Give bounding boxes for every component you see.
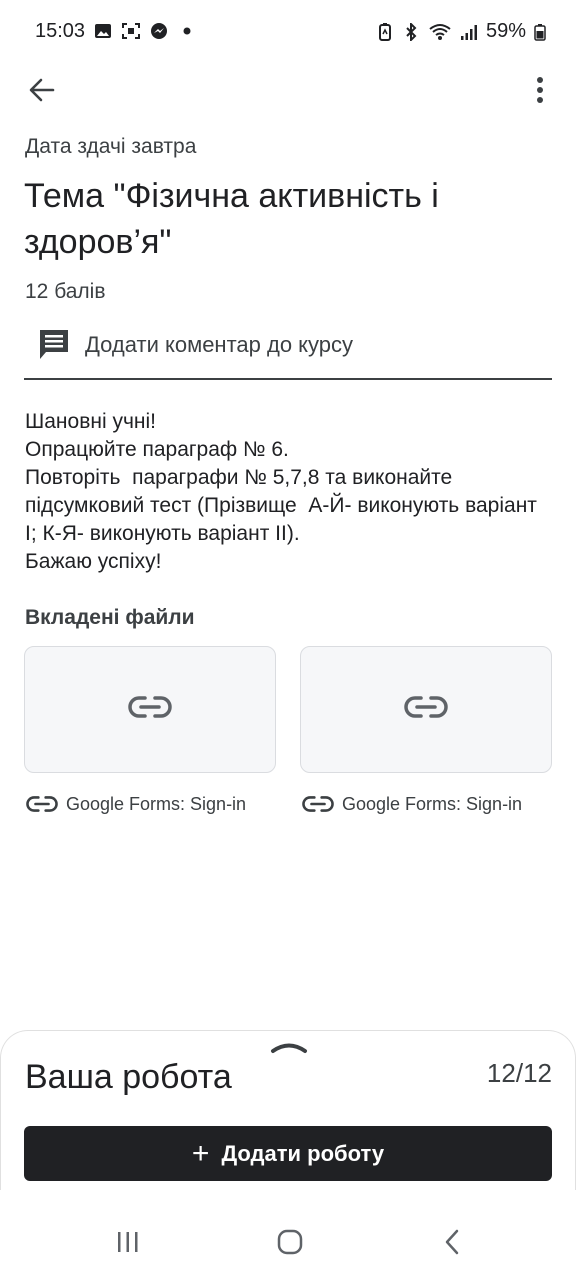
- messenger-icon: [150, 22, 168, 40]
- link-icon: [26, 794, 58, 814]
- attachment-link[interactable]: Google Forms: Sign-in: [302, 791, 522, 817]
- attachment-label: Google Forms: Sign-in: [342, 793, 523, 814]
- status-bar: 15:03 59%: [0, 0, 576, 64]
- more-vert-icon: [536, 76, 544, 109]
- add-work-button[interactable]: + Додати роботу: [24, 1126, 552, 1181]
- attachment-card[interactable]: [24, 646, 276, 773]
- status-time: 15:03: [35, 20, 86, 42]
- attachment-label: Google Forms: Sign-in: [66, 793, 247, 814]
- bluetooth-icon: [402, 22, 420, 41]
- instruction-line: Повторіть параграфи № 5,7,8 та виконайте…: [25, 466, 543, 545]
- attachment-card[interactable]: [300, 646, 552, 773]
- instruction-line: Опрацюйте параграф № 6.: [25, 438, 289, 461]
- home-button[interactable]: [270, 1228, 310, 1260]
- chevron-up-icon[interactable]: [270, 1040, 308, 1054]
- your-work-points: 12/12: [486, 1058, 552, 1088]
- battery-icon: [534, 23, 546, 41]
- home-icon: [277, 1229, 303, 1260]
- battery-saver-icon: [376, 22, 394, 41]
- assignment-title: Тема "Фізична активність і здоров’я": [24, 177, 439, 261]
- link-icon: [404, 695, 448, 724]
- recents-icon: [116, 1230, 140, 1259]
- attachments-heading: Вкладені файли: [25, 606, 195, 629]
- more-options-button[interactable]: [522, 72, 558, 112]
- add-work-label: Додати роботу: [221, 1140, 385, 1166]
- instructions: Шановні учні! Опрацюйте параграф № 6. По…: [25, 408, 545, 576]
- system-nav-bar: [0, 1210, 576, 1280]
- plus-icon: +: [191, 1136, 210, 1170]
- comment-icon: [38, 328, 70, 362]
- signal-icon: [460, 23, 478, 41]
- nav-back-button[interactable]: [432, 1228, 472, 1260]
- wifi-icon: [428, 23, 452, 41]
- back-button[interactable]: [22, 72, 62, 112]
- status-left-icons: [94, 22, 196, 40]
- back-icon: [444, 1229, 460, 1260]
- screenshot-icon: [122, 22, 140, 40]
- link-icon: [302, 794, 334, 814]
- add-class-comment-button[interactable]: Додати коментар до курсу: [38, 325, 353, 365]
- image-icon: [94, 22, 112, 40]
- your-work-title: Ваша робота: [25, 1058, 232, 1096]
- arrow-back-icon: [28, 76, 56, 109]
- comment-label: Додати коментар до курсу: [85, 332, 354, 357]
- due-date: Дата здачі завтра: [25, 135, 197, 158]
- recents-button[interactable]: [108, 1228, 148, 1260]
- app-bar: [0, 64, 576, 116]
- link-icon: [128, 695, 172, 724]
- battery-percent: 59%: [485, 20, 526, 42]
- instruction-line: Шановні учні!: [25, 410, 156, 433]
- assignment-points: 12 балів: [25, 280, 106, 303]
- divider: [24, 378, 552, 380]
- status-right: 59%: [376, 20, 546, 43]
- instruction-line: Бажаю успіху!: [25, 550, 162, 573]
- attachment-link[interactable]: Google Forms: Sign-in: [26, 791, 246, 817]
- dot-icon: [178, 22, 196, 40]
